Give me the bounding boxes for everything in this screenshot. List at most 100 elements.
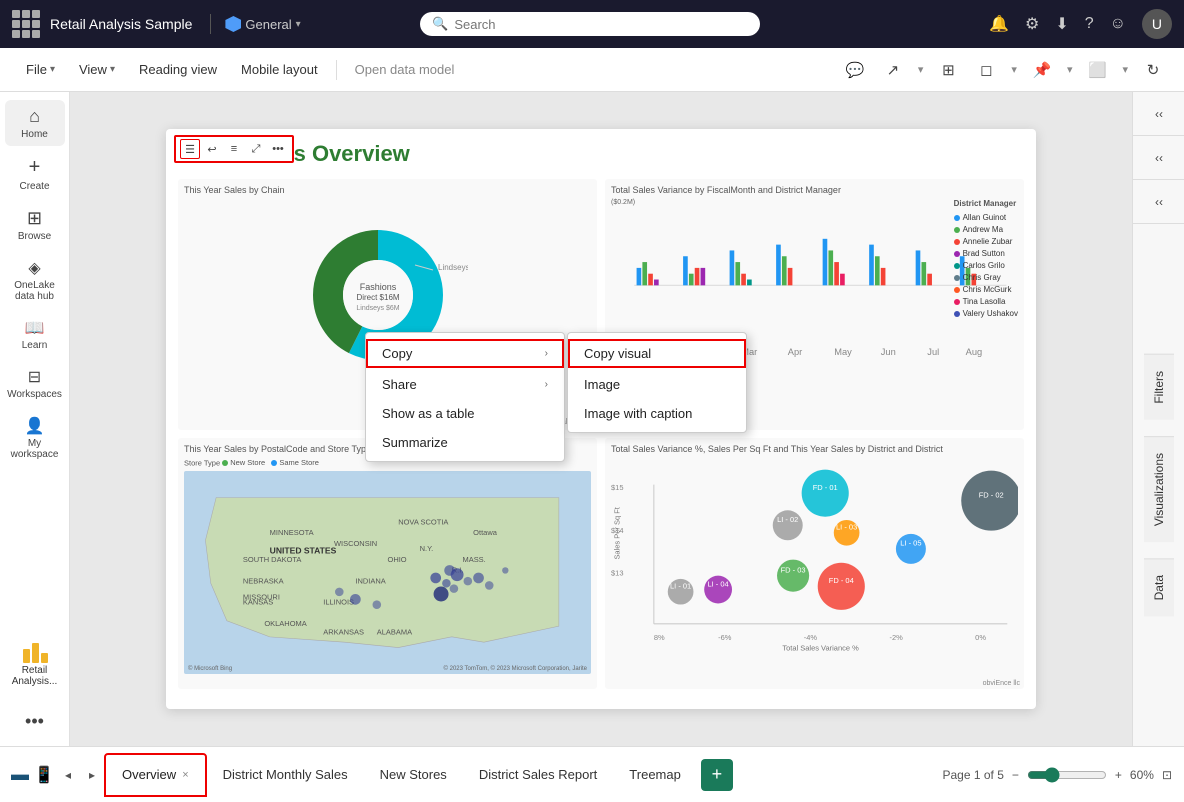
sidebar-item-retail[interactable]: Retail Analysis... xyxy=(5,637,65,693)
svg-text:ARKANSAS: ARKANSAS xyxy=(323,627,364,636)
share-menu-item[interactable]: Share › xyxy=(366,370,564,399)
svg-text:Aug: Aug xyxy=(966,347,983,357)
avatar[interactable]: U xyxy=(1142,9,1172,39)
svg-text:LI - 01: LI - 01 xyxy=(670,581,691,590)
svg-text:MISSOURI: MISSOURI xyxy=(243,592,280,601)
open-data-model-button[interactable]: Open data model xyxy=(345,58,465,81)
download-icon[interactable]: ⬇ xyxy=(1055,14,1068,34)
svg-text:Total Sales Variance %: Total Sales Variance % xyxy=(782,644,859,653)
page-icon-button[interactable]: ▬ xyxy=(8,763,32,787)
legend-item-9: Valery Ushakov xyxy=(954,309,1018,318)
district-manager-legend: District Manager Allan Guinot Andrew Ma … xyxy=(954,199,1018,318)
next-page-button[interactable]: ▸ xyxy=(80,763,104,787)
create-icon: + xyxy=(29,156,41,179)
sidebar-item-browse[interactable]: ⊞ Browse xyxy=(5,202,65,248)
filters-collapse-button[interactable]: ‹‹ xyxy=(1133,136,1184,180)
search-bar[interactable]: 🔍 xyxy=(420,12,760,36)
table-icon[interactable]: ⊞ xyxy=(933,55,963,85)
main-layout: ⌂ Home + Create ⊞ Browse ◈ OneLake data … xyxy=(0,92,1184,746)
list-icon[interactable]: ≡ xyxy=(224,139,244,159)
svg-text:ILLINOIS: ILLINOIS xyxy=(323,597,354,606)
map-svg: MINNESOTA WISCONSIN SOUTH DAKOTA NEBRASK… xyxy=(184,471,591,674)
mobile-layout-button[interactable]: Mobile layout xyxy=(231,58,328,81)
tab-new-stores[interactable]: New Stores xyxy=(364,753,463,797)
sidebar-item-home[interactable]: ⌂ Home xyxy=(5,100,65,146)
svg-text:MINNESOTA: MINNESOTA xyxy=(270,528,314,537)
data-collapse-button[interactable]: ‹‹ xyxy=(1133,180,1184,224)
copy-chevron-icon: › xyxy=(545,348,548,359)
topbar: Retail Analysis Sample General ▾ 🔍 🔔 ⚙ ⬇… xyxy=(0,0,1184,48)
svg-text:NEBRASKA: NEBRASKA xyxy=(243,576,284,585)
apps-grid-button[interactable] xyxy=(12,10,40,38)
sidebar-item-onelake[interactable]: ◈ OneLake data hub xyxy=(5,252,65,308)
expand-icon[interactable]: ⬜ xyxy=(1082,55,1112,85)
expand-visual-icon[interactable]: ⤢ xyxy=(246,139,266,159)
filters-panel-tab[interactable]: Filters xyxy=(1144,354,1174,420)
data-panel-tab[interactable]: Data xyxy=(1144,558,1174,616)
sidebar-item-learn[interactable]: 📖 Learn xyxy=(5,312,65,357)
learn-icon: 📖 xyxy=(25,318,45,338)
sidebar-more-button[interactable]: ••• xyxy=(5,705,65,738)
file-menu[interactable]: File ▾ xyxy=(16,58,65,81)
variance-fiscal-title: Total Sales Variance by FiscalMonth and … xyxy=(611,185,1018,195)
svg-text:LI - 02: LI - 02 xyxy=(777,515,798,524)
sidebar-item-my-workspace[interactable]: 👤 My workspace xyxy=(5,410,65,466)
file-chevron-icon: ▾ xyxy=(50,64,55,75)
prev-page-button[interactable]: ◂ xyxy=(56,763,80,787)
feedback-icon[interactable]: ☺ xyxy=(1110,15,1126,33)
sidebar-item-workspaces[interactable]: ⊟ Workspaces xyxy=(5,361,65,406)
sidebar-item-create[interactable]: + Create xyxy=(5,150,65,198)
tab-district-sales-label: District Sales Report xyxy=(479,767,597,782)
pin-icon[interactable]: 📌 xyxy=(1027,55,1057,85)
svg-text:FD - 02: FD - 02 xyxy=(979,490,1004,499)
svg-text:OHIO: OHIO xyxy=(388,554,407,563)
bubble-chart-title: Total Sales Variance %, Sales Per Sq Ft … xyxy=(611,444,1018,454)
visualizations-collapse-button[interactable]: ‹‹ xyxy=(1133,92,1184,136)
image-submenu-item[interactable]: Image xyxy=(568,370,746,399)
share-chevron-icon: › xyxy=(545,379,548,390)
view-menu[interactable]: View ▾ xyxy=(69,58,125,81)
zoom-minus-icon[interactable]: − xyxy=(1012,768,1019,782)
bubble-chart[interactable]: Total Sales Variance %, Sales Per Sq Ft … xyxy=(605,438,1024,689)
show-as-table-menu-item[interactable]: Show as a table xyxy=(366,399,564,428)
add-page-button[interactable]: + xyxy=(701,759,733,791)
mobile-icon-button[interactable]: 📱 xyxy=(32,763,56,787)
sidebar: ⌂ Home + Create ⊞ Browse ◈ OneLake data … xyxy=(0,92,70,746)
fit-page-icon[interactable]: ⊡ xyxy=(1162,768,1172,782)
svg-text:N.Y.: N.Y. xyxy=(420,544,434,553)
ribbon-right: 💬 ↗ ▾ ⊞ ◻ ▾ 📌 ▾ ⬜ ▾ ↻ xyxy=(840,55,1168,85)
zoom-plus-icon[interactable]: + xyxy=(1115,768,1122,782)
tab-district-sales[interactable]: District Sales Report xyxy=(463,753,613,797)
copy-menu-item[interactable]: Copy › xyxy=(366,339,564,368)
topbar-badge[interactable]: General ▾ xyxy=(225,16,300,32)
zoom-slider[interactable] xyxy=(1027,767,1107,783)
comment-icon[interactable]: 💬 xyxy=(840,55,870,85)
copy-visual-submenu-item[interactable]: Copy visual xyxy=(568,339,746,368)
notification-icon[interactable]: 🔔 xyxy=(989,14,1009,34)
postalcode-map-chart[interactable]: This Year Sales by PostalCode and Store … xyxy=(178,438,597,689)
ribbon-divider2: ▾ xyxy=(918,63,924,76)
settings-icon[interactable]: ⚙ xyxy=(1025,14,1039,34)
tab-district-monthly[interactable]: District Monthly Sales xyxy=(207,753,364,797)
svg-text:Apr: Apr xyxy=(788,347,802,357)
search-input[interactable] xyxy=(454,17,748,32)
reading-view-button[interactable]: Reading view xyxy=(129,58,227,81)
more-icon: ••• xyxy=(25,711,44,732)
share-icon[interactable]: ↗ xyxy=(878,55,908,85)
page-layout-icon: ▬ xyxy=(11,764,29,785)
tab-treemap[interactable]: Treemap xyxy=(613,753,697,797)
summarize-menu-item[interactable]: Summarize xyxy=(366,428,564,457)
ribbon-separator xyxy=(336,60,337,80)
more-visual-icon[interactable]: ••• xyxy=(268,139,288,159)
image-with-caption-submenu-item[interactable]: Image with caption xyxy=(568,399,746,428)
legend-item-5: Carlos Grilo xyxy=(954,261,1018,270)
visualizations-panel-tab[interactable]: Visualizations xyxy=(1144,436,1174,542)
shape-icon[interactable]: ◻ xyxy=(971,55,1001,85)
tab-overview[interactable]: Overview × xyxy=(104,753,207,797)
hamburger-menu-button[interactable]: ☰ xyxy=(180,139,200,159)
view-chevron-icon: ▾ xyxy=(110,64,115,75)
undo-icon[interactable]: ↩ xyxy=(202,139,222,159)
tab-overview-close[interactable]: × xyxy=(182,769,188,781)
refresh-icon[interactable]: ↻ xyxy=(1138,55,1168,85)
help-icon[interactable]: ? xyxy=(1085,15,1094,33)
